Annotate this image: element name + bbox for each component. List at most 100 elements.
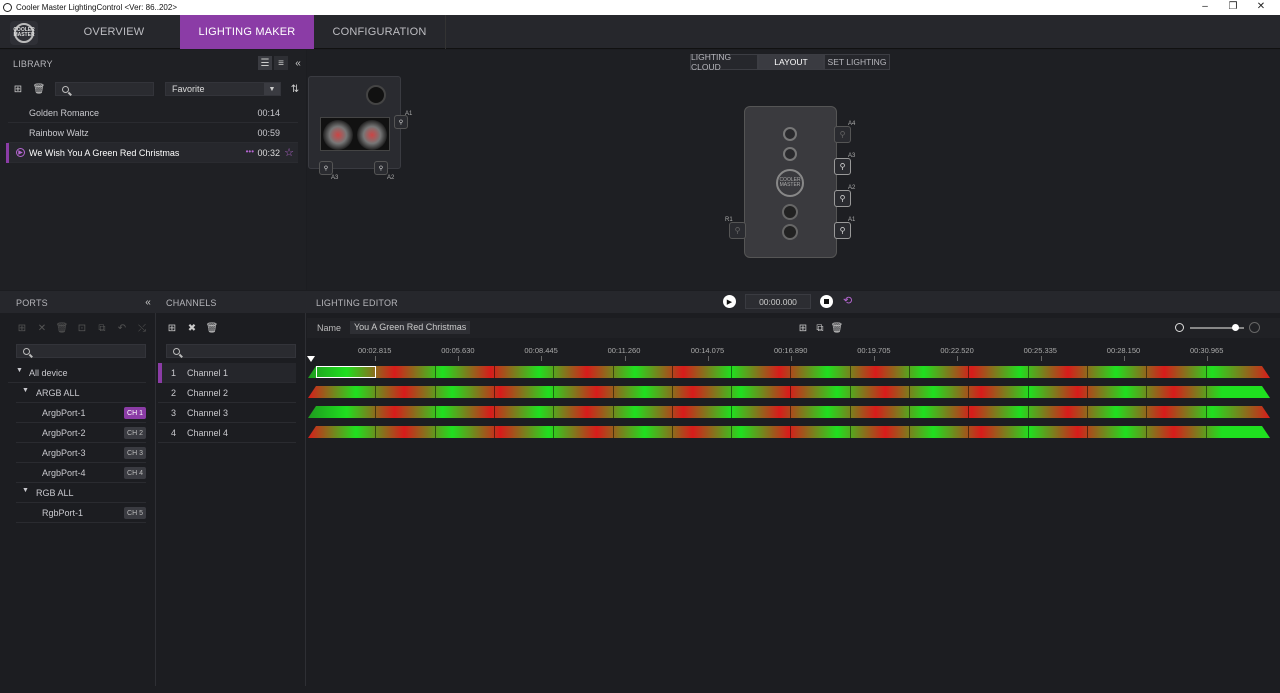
- star-icon[interactable]: ☆: [284, 146, 294, 159]
- segment-divider: [1087, 426, 1088, 438]
- channel-row[interactable]: 2 Channel 2: [158, 383, 296, 403]
- segment-divider: [435, 426, 436, 438]
- tree-item-rgb-all[interactable]: ▼ RGB ALL: [16, 483, 146, 503]
- tick-mark: [791, 356, 792, 361]
- tick-mark: [1040, 356, 1042, 361]
- collapse-left-icon[interactable]: «: [291, 56, 305, 70]
- tree-item-argbport-1[interactable]: ArgbPort-1 CH 1: [16, 403, 146, 423]
- tick-mark: [1207, 356, 1208, 361]
- library-item-selected[interactable]: ▶ We Wish You A Green Red Christmas ••• …: [6, 143, 298, 163]
- tick-mark: [541, 356, 543, 361]
- add-channel-icon[interactable]: ⊞: [165, 321, 179, 335]
- tick-label: 00:28.150: [1106, 346, 1141, 355]
- tick-label: 00:22.520: [940, 346, 974, 355]
- selection-indicator: [158, 363, 162, 383]
- segment-divider: [494, 366, 495, 378]
- filter-settings-icon[interactable]: ≡: [274, 56, 288, 70]
- trash-icon[interactable]: 🗑: [830, 321, 844, 335]
- segment-divider: [553, 386, 554, 398]
- channel-badge: CH 4: [124, 467, 146, 479]
- close-icon[interactable]: ✕: [1255, 1, 1267, 12]
- tree-item-rgbport-1[interactable]: RgbPort-1 CH 5: [16, 503, 146, 523]
- stop-icon[interactable]: [820, 295, 833, 308]
- segment-divider: [968, 406, 969, 418]
- segment-divider: [494, 406, 495, 418]
- port-a3-lightbulb-icon[interactable]: ⚲: [834, 158, 851, 175]
- loop-icon[interactable]: ⟲: [843, 294, 852, 307]
- channel-track[interactable]: [308, 426, 1270, 438]
- port-r1-lightbulb-icon[interactable]: ⚲: [729, 222, 746, 239]
- view-lighting-cloud[interactable]: LIGHTING CLOUD: [690, 52, 758, 72]
- close-icon[interactable]: ✖: [185, 321, 199, 335]
- segment-divider: [435, 386, 436, 398]
- maximize-icon[interactable]: ❐: [1227, 1, 1239, 12]
- play-icon[interactable]: ▶: [16, 148, 25, 157]
- playhead-marker[interactable]: [307, 356, 315, 362]
- zoom-in-icon[interactable]: [1249, 322, 1260, 333]
- channel-track[interactable]: [308, 366, 1270, 378]
- link-off-icon[interactable]: ⤯: [135, 321, 149, 335]
- controller-hub: COOLER MASTER: [744, 106, 837, 258]
- add-icon[interactable]: ⊞: [11, 82, 25, 96]
- effect-name-field[interactable]: You A Green Red Christmas: [350, 321, 471, 334]
- channel-track[interactable]: [308, 406, 1270, 418]
- library-item[interactable]: Rainbow Waltz 00:59: [8, 123, 298, 143]
- view-set-lighting[interactable]: SET LIGHTING: [824, 54, 890, 70]
- tree-item-argbport-4[interactable]: ArgbPort-4 CH 4: [16, 463, 146, 483]
- undo-icon[interactable]: ↶: [115, 321, 129, 335]
- tick-mark: [957, 356, 959, 361]
- tab-overview[interactable]: OVERVIEW: [48, 15, 180, 49]
- tree-item-argbport-2[interactable]: ArgbPort-2 CH 2: [16, 423, 146, 443]
- library-filter-select[interactable]: Favorite ▼: [165, 82, 281, 96]
- add-icon[interactable]: ⊞: [796, 321, 810, 335]
- channel-row[interactable]: 4 Channel 4: [158, 423, 296, 443]
- tick-mark: [624, 356, 626, 361]
- view-layout[interactable]: LAYOUT: [758, 54, 824, 70]
- group-icon[interactable]: ⊡: [75, 321, 89, 335]
- segment-divider: [494, 386, 495, 398]
- delete-icon[interactable]: ✕: [35, 321, 49, 335]
- segment-divider: [375, 386, 376, 398]
- sort-icon[interactable]: ⇅: [288, 82, 302, 96]
- trash-icon[interactable]: 🗑: [32, 82, 46, 96]
- device-preview-card[interactable]: ⚲ A1 ⚲ A3 ⚲ A2: [308, 76, 412, 181]
- list-view-icon[interactable]: ☰: [258, 56, 272, 70]
- port-a4-lightbulb-icon[interactable]: ⚲: [834, 126, 851, 143]
- channel-track[interactable]: [308, 386, 1270, 398]
- ports-search-input[interactable]: [16, 344, 146, 358]
- segment-divider: [672, 366, 673, 378]
- trash-icon[interactable]: 🗑: [205, 321, 219, 335]
- zoom-slider-handle[interactable]: [1231, 324, 1239, 331]
- port-a1-lightbulb-icon[interactable]: ⚲: [834, 222, 851, 239]
- segment-divider: [790, 406, 791, 418]
- add-device-icon[interactable]: ⊞: [15, 321, 29, 335]
- zoom-slider[interactable]: [1190, 324, 1244, 331]
- channel-row[interactable]: 3 Channel 3: [158, 403, 296, 423]
- tab-configuration[interactable]: CONFIGURATION: [314, 15, 446, 49]
- copy-icon[interactable]: ⧉: [813, 321, 827, 335]
- segment-divider: [968, 366, 969, 378]
- top-navigation: COOLER MASTER OVERVIEW LIGHTING MAKER CO…: [0, 15, 1280, 49]
- trash-icon[interactable]: 🗑: [55, 321, 69, 335]
- channel-row[interactable]: 1 Channel 1: [158, 363, 296, 383]
- collapse-left-icon[interactable]: «: [141, 295, 155, 309]
- port-a2-lightbulb-icon[interactable]: ⚲: [834, 190, 851, 207]
- ungroup-icon[interactable]: ⧉: [95, 321, 109, 335]
- channel-badge: CH 3: [124, 447, 146, 459]
- segment-divider: [553, 426, 554, 438]
- library-search-input[interactable]: [55, 82, 154, 96]
- tree-item-argbport-3[interactable]: ArgbPort-3 CH 3: [16, 443, 146, 463]
- tree-item-argb-all[interactable]: ▼ ARGB ALL: [16, 383, 146, 403]
- more-icon[interactable]: •••: [246, 147, 254, 156]
- tick-label: 00:14.075: [690, 346, 725, 355]
- segment-divider: [672, 406, 673, 418]
- segment-divider: [1028, 386, 1029, 398]
- minimize-icon[interactable]: –: [1199, 1, 1211, 12]
- play-icon[interactable]: ▶: [723, 295, 736, 308]
- tree-item-all-device[interactable]: ▼ All device: [8, 363, 146, 383]
- channels-search-input[interactable]: [166, 344, 296, 358]
- library-item[interactable]: Golden Romance 00:14: [8, 103, 298, 123]
- selected-segment[interactable]: [316, 366, 376, 378]
- tab-lighting-maker[interactable]: LIGHTING MAKER: [180, 15, 314, 49]
- zoom-out-icon[interactable]: [1175, 323, 1184, 332]
